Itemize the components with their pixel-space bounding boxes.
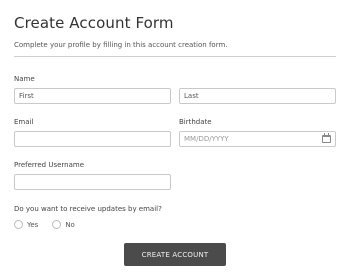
create-account-button[interactable]: CREATE ACCOUNT — [124, 243, 226, 266]
last-name-input[interactable] — [184, 89, 331, 103]
email-label: Email — [14, 118, 34, 126]
calendar-icon[interactable] — [322, 133, 331, 143]
email-field[interactable] — [14, 131, 171, 147]
username-input[interactable] — [19, 175, 166, 189]
radio-no-label[interactable]: No — [65, 221, 75, 229]
username-field[interactable] — [14, 174, 171, 190]
header-divider — [14, 56, 336, 57]
name-label: Name — [14, 75, 35, 83]
updates-question: Do you want to receive updates by email? — [14, 205, 162, 213]
email-input[interactable] — [19, 132, 166, 146]
username-label: Preferred Username — [14, 161, 85, 169]
page-subtitle: Complete your profile by filling in this… — [14, 41, 228, 49]
birthdate-field[interactable] — [179, 131, 336, 147]
first-name-field[interactable] — [14, 88, 171, 104]
updates-radio-group: Yes No — [14, 220, 89, 229]
radio-no[interactable] — [52, 220, 62, 229]
birthdate-label: Birthdate — [179, 118, 212, 126]
first-name-input[interactable] — [19, 89, 166, 103]
radio-yes-label[interactable]: Yes — [27, 221, 38, 229]
last-name-field[interactable] — [179, 88, 336, 104]
birthdate-input[interactable] — [184, 132, 331, 146]
page-title: Create Account Form — [14, 14, 174, 32]
radio-yes[interactable] — [14, 220, 23, 229]
